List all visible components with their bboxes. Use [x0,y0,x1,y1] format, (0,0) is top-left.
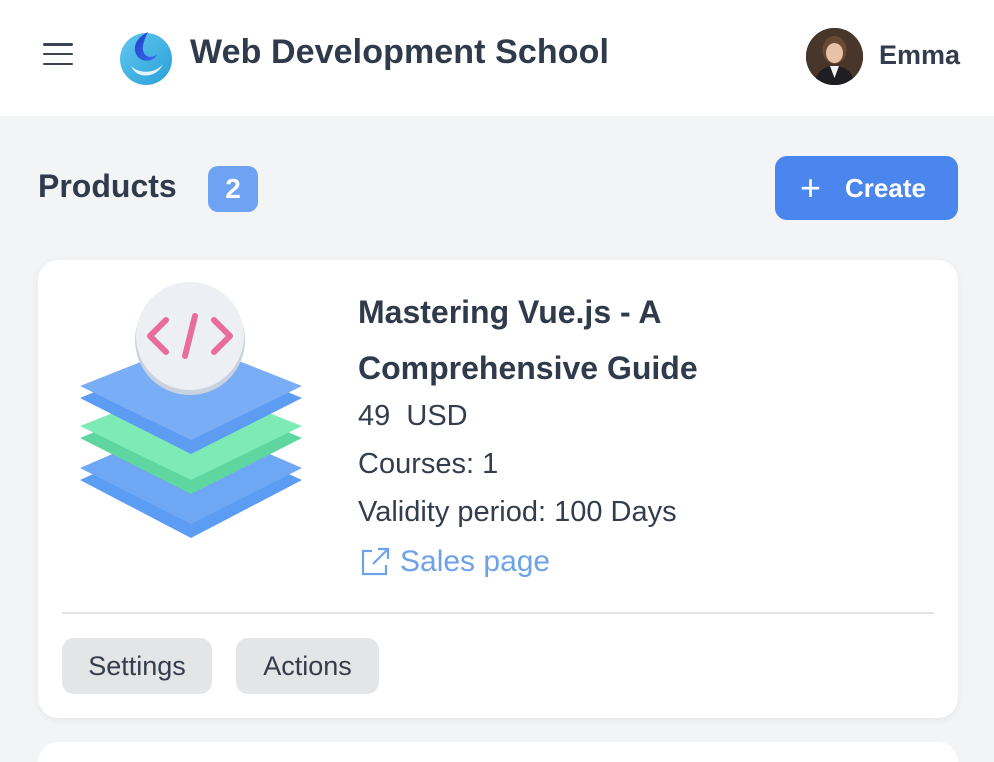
create-button[interactable]: + Create [775,156,958,220]
divider [62,612,934,614]
product-title[interactable]: Mastering Vue.js - A Comprehensive Guide [358,284,778,396]
count-badge: 2 [208,166,258,212]
product-courses: Courses: 1 [358,448,499,480]
product-price: 49 USD [358,400,468,432]
settings-button[interactable]: Settings [62,638,212,694]
create-button-label: Create [845,172,926,203]
avatar[interactable] [806,28,863,85]
top-bar: Web Development School Emma [0,0,994,116]
actions-button[interactable]: Actions [236,638,379,694]
external-link-icon [361,547,390,576]
product-validity: Validity period: 100 Days [358,496,677,528]
sales-page-link[interactable]: Sales page [358,545,550,579]
product-card [38,742,958,762]
product-card: Mastering Vue.js - A Comprehensive Guide… [38,260,958,718]
user-name[interactable]: Emma [879,40,960,71]
page-title: Products [38,168,177,204]
layers-code-icon [80,282,302,538]
hamburger-icon[interactable] [42,40,74,68]
plus-icon: + [800,167,822,208]
logo-icon [120,32,172,85]
sales-page-label: Sales page [400,545,551,578]
brand-title: Web Development School [190,33,610,71]
